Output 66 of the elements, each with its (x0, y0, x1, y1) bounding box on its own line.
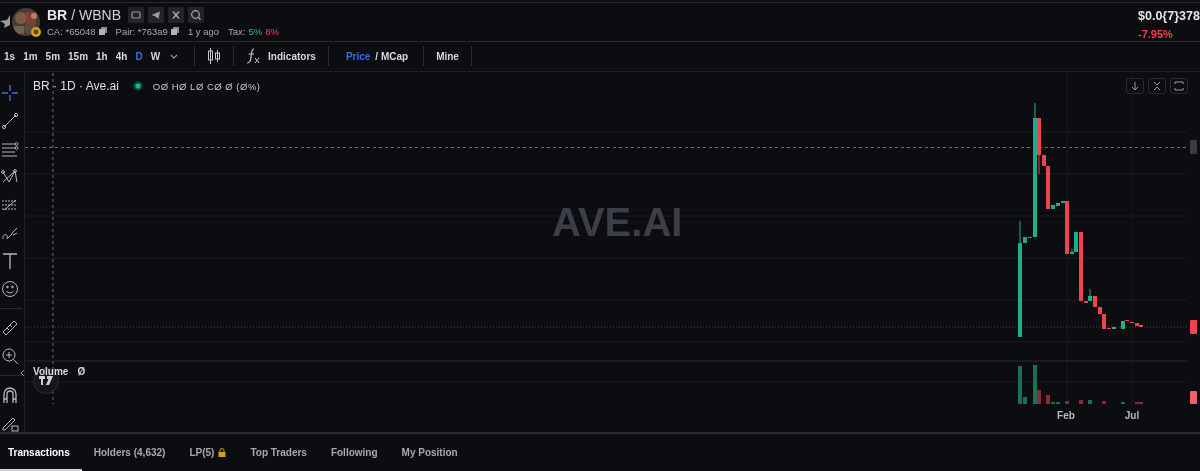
mine-button[interactable]: Mine (432, 45, 463, 68)
bottom-tab[interactable]: Top Traders (238, 434, 319, 471)
token-symbol: BR (47, 6, 68, 23)
interval-tab[interactable]: 4h (111, 45, 132, 68)
telegram-icon[interactable] (148, 6, 164, 23)
search-icon[interactable] (188, 6, 204, 23)
website-icon[interactable] (128, 6, 144, 23)
volume-bar (1088, 400, 1092, 404)
status-dot-icon (132, 81, 143, 91)
collapse-button[interactable] (1148, 78, 1166, 94)
candlestick-icon[interactable] (207, 48, 222, 65)
trend-line-icon[interactable] (1, 112, 19, 130)
bottom-tab[interactable]: Holders (4,632) (81, 434, 178, 471)
collapse-icon (1152, 81, 1162, 91)
price-mode-toggle[interactable]: Price (344, 45, 372, 68)
token-age: 1 y ago (187, 25, 220, 37)
buy-tax: 5% (248, 25, 263, 37)
bottom-tab[interactable]: Transactions (0, 434, 82, 471)
axis-label: Jul (1124, 410, 1140, 421)
contract-address: CA: *65048 (47, 25, 96, 37)
interval-tab[interactable]: 1h (92, 45, 112, 68)
token-price: $0.0{7}378 (1138, 9, 1200, 23)
caret-icon[interactable] (170, 53, 179, 59)
interval-tab[interactable]: D (131, 45, 147, 68)
zoom-in-icon[interactable] (1, 347, 19, 365)
magnet-icon[interactable] (1, 386, 19, 404)
volume-bar (1102, 401, 1106, 404)
chart-title: BR · 1D · Ave.ai (33, 79, 119, 93)
text-tool-icon[interactable] (1, 252, 19, 270)
price-axis-label (1190, 140, 1197, 154)
copy-icon[interactable] (170, 27, 179, 36)
sell-tax: 8% (265, 25, 279, 37)
badge-icon (31, 26, 41, 37)
star-icon[interactable] (0, 13, 10, 28)
down-arrow-icon (1130, 81, 1140, 91)
volume-label: Volume (33, 366, 69, 377)
axis-label: Feb (1057, 410, 1075, 421)
price-axis-label (1190, 320, 1197, 334)
interval-tab[interactable]: 1m (19, 45, 42, 68)
bottom-tab[interactable]: Following (318, 434, 390, 471)
volume-bar (1065, 401, 1069, 404)
function-icon[interactable] (246, 48, 261, 65)
price-change: -7.95% (1138, 28, 1173, 40)
interval-tab[interactable]: W (146, 45, 165, 68)
volume-bar (1079, 400, 1083, 404)
interval-tab[interactable]: 1s (0, 45, 20, 68)
copy-icon[interactable] (98, 27, 107, 36)
emoji-icon[interactable] (1, 280, 19, 298)
bottom-tab[interactable]: LP(5) (177, 434, 239, 471)
horizontal-lines-icon[interactable] (1, 140, 19, 158)
quote-token: / WBNB (71, 6, 121, 23)
indicators-button[interactable]: Indicators (264, 45, 320, 68)
interval-tab[interactable]: 5m (41, 45, 65, 68)
ruler-icon[interactable] (1, 319, 19, 337)
bottom-tab[interactable]: My Position (389, 434, 470, 471)
crosshair-icon[interactable] (1, 84, 19, 102)
x-icon[interactable] (168, 6, 184, 23)
interval-tab[interactable]: 15m (64, 45, 93, 68)
price-axis-label (1190, 391, 1197, 404)
tax-label: Tax: (228, 25, 246, 37)
price-mode-toggle[interactable]: / MCap (374, 45, 410, 68)
volume-value: Ø (77, 366, 86, 377)
scroll-down-button[interactable] (1126, 78, 1144, 94)
ohlc-values: OØ HØ LØ CØ Ø (Ø%) (152, 80, 261, 92)
pair-address: Pair: *763a9 (115, 25, 168, 37)
fullscreen-icon (1174, 81, 1184, 91)
